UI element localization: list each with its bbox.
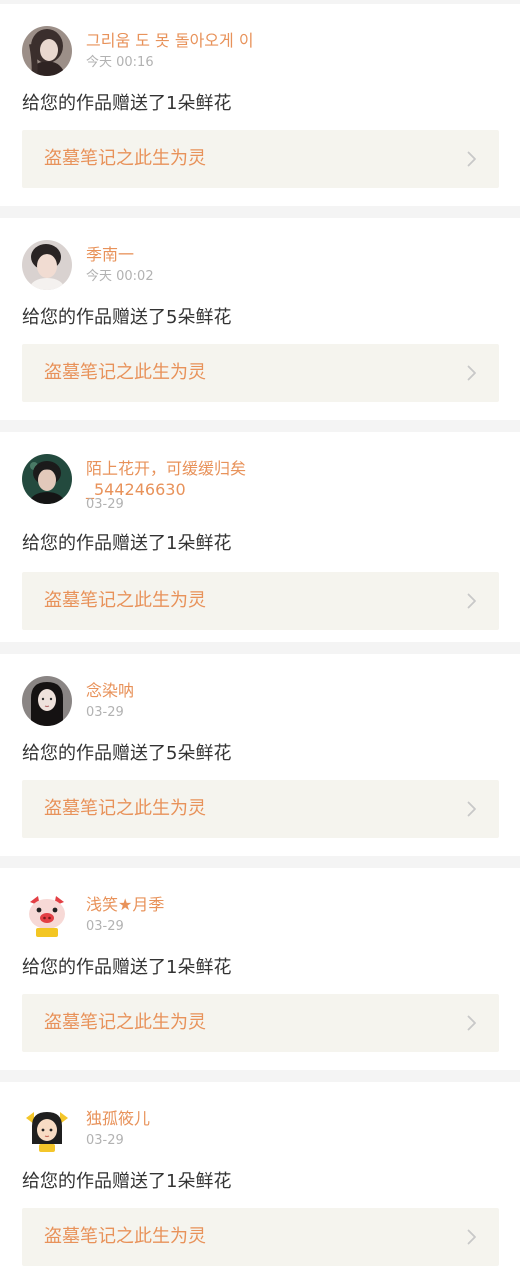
work-title: 盗墓笔记之此生为灵 — [44, 362, 206, 383]
user-name[interactable]: 그리움 도 못 돌아오게 이 — [86, 30, 286, 51]
timestamp: 今天 00:02 — [86, 269, 154, 284]
avatar-cartoon-girl-icon[interactable] — [22, 1104, 72, 1154]
chevron-right-icon — [467, 1229, 477, 1245]
notification-card: 陌上花开，可缓缓归矣_544246630 03-29 给您的作品赠送了1朵鲜花 … — [0, 432, 520, 642]
work-title: 盗墓笔记之此生为灵 — [44, 590, 206, 611]
gift-message: 给您的作品赠送了1朵鲜花 — [22, 93, 232, 114]
chevron-right-icon — [467, 801, 477, 817]
gift-message: 给您的作品赠送了1朵鲜花 — [22, 533, 232, 554]
timestamp: 03-29 — [86, 919, 124, 934]
timestamp: 03-29 — [86, 497, 124, 512]
avatar-girl-dark-hair-icon[interactable] — [22, 26, 72, 76]
user-name[interactable]: 陌上花开，可缓缓归矣_544246630 — [86, 458, 286, 500]
notification-card: 独孤筱儿 03-29 给您的作品赠送了1朵鲜花 盗墓笔记之此生为灵 — [0, 1082, 520, 1284]
gift-message: 给您的作品赠送了1朵鲜花 — [22, 957, 232, 978]
work-title: 盗墓笔记之此生为灵 — [44, 1226, 206, 1247]
work-title: 盗墓笔记之此生为灵 — [44, 148, 206, 169]
chevron-right-icon — [467, 151, 477, 167]
user-name[interactable]: 浅笑★月季 — [86, 894, 286, 915]
user-name[interactable]: 念染呐 — [86, 680, 286, 701]
chevron-right-icon — [467, 365, 477, 381]
work-title: 盗墓笔记之此生为灵 — [44, 1012, 206, 1033]
work-link[interactable]: 盗墓笔记之此生为灵 — [22, 344, 499, 402]
gift-message: 给您的作品赠送了5朵鲜花 — [22, 743, 232, 764]
work-link[interactable]: 盗墓笔记之此生为灵 — [22, 994, 499, 1052]
gift-message: 给您的作品赠送了5朵鲜花 — [22, 307, 232, 328]
gift-message: 给您的作品赠送了1朵鲜花 — [22, 1171, 232, 1192]
work-title: 盗墓笔记之此生为灵 — [44, 798, 206, 819]
notification-card: 그리움 도 못 돌아오게 이 今天 00:16 给您的作品赠送了1朵鲜花 盗墓笔… — [0, 4, 520, 206]
avatar-girl-long-hair-icon[interactable] — [22, 676, 72, 726]
avatar-cartoon-pig-icon[interactable] — [22, 890, 72, 940]
timestamp: 03-29 — [86, 1133, 124, 1148]
user-name[interactable]: 季南一 — [86, 244, 286, 265]
avatar-boy-dark-scene-icon[interactable] — [22, 454, 72, 504]
timestamp: 03-29 — [86, 705, 124, 720]
work-link[interactable]: 盗墓笔记之此生为灵 — [22, 1208, 499, 1266]
user-name[interactable]: 独孤筱儿 — [86, 1108, 286, 1129]
notification-card: 念染呐 03-29 给您的作品赠送了5朵鲜花 盗墓笔记之此生为灵 — [0, 654, 520, 856]
notification-feed: 그리움 도 못 돌아오게 이 今天 00:16 给您的作品赠送了1朵鲜花 盗墓笔… — [0, 4, 520, 1284]
work-link[interactable]: 盗墓笔记之此生为灵 — [22, 572, 499, 630]
chevron-right-icon — [467, 593, 477, 609]
notification-card: 浅笑★月季 03-29 给您的作品赠送了1朵鲜花 盗墓笔记之此生为灵 — [0, 868, 520, 1070]
work-link[interactable]: 盗墓笔记之此生为灵 — [22, 130, 499, 188]
avatar-boy-portrait-icon[interactable] — [22, 240, 72, 290]
chevron-right-icon — [467, 1015, 477, 1031]
work-link[interactable]: 盗墓笔记之此生为灵 — [22, 780, 499, 838]
notification-card: 季南一 今天 00:02 给您的作品赠送了5朵鲜花 盗墓笔记之此生为灵 — [0, 218, 520, 420]
timestamp: 今天 00:16 — [86, 55, 154, 70]
